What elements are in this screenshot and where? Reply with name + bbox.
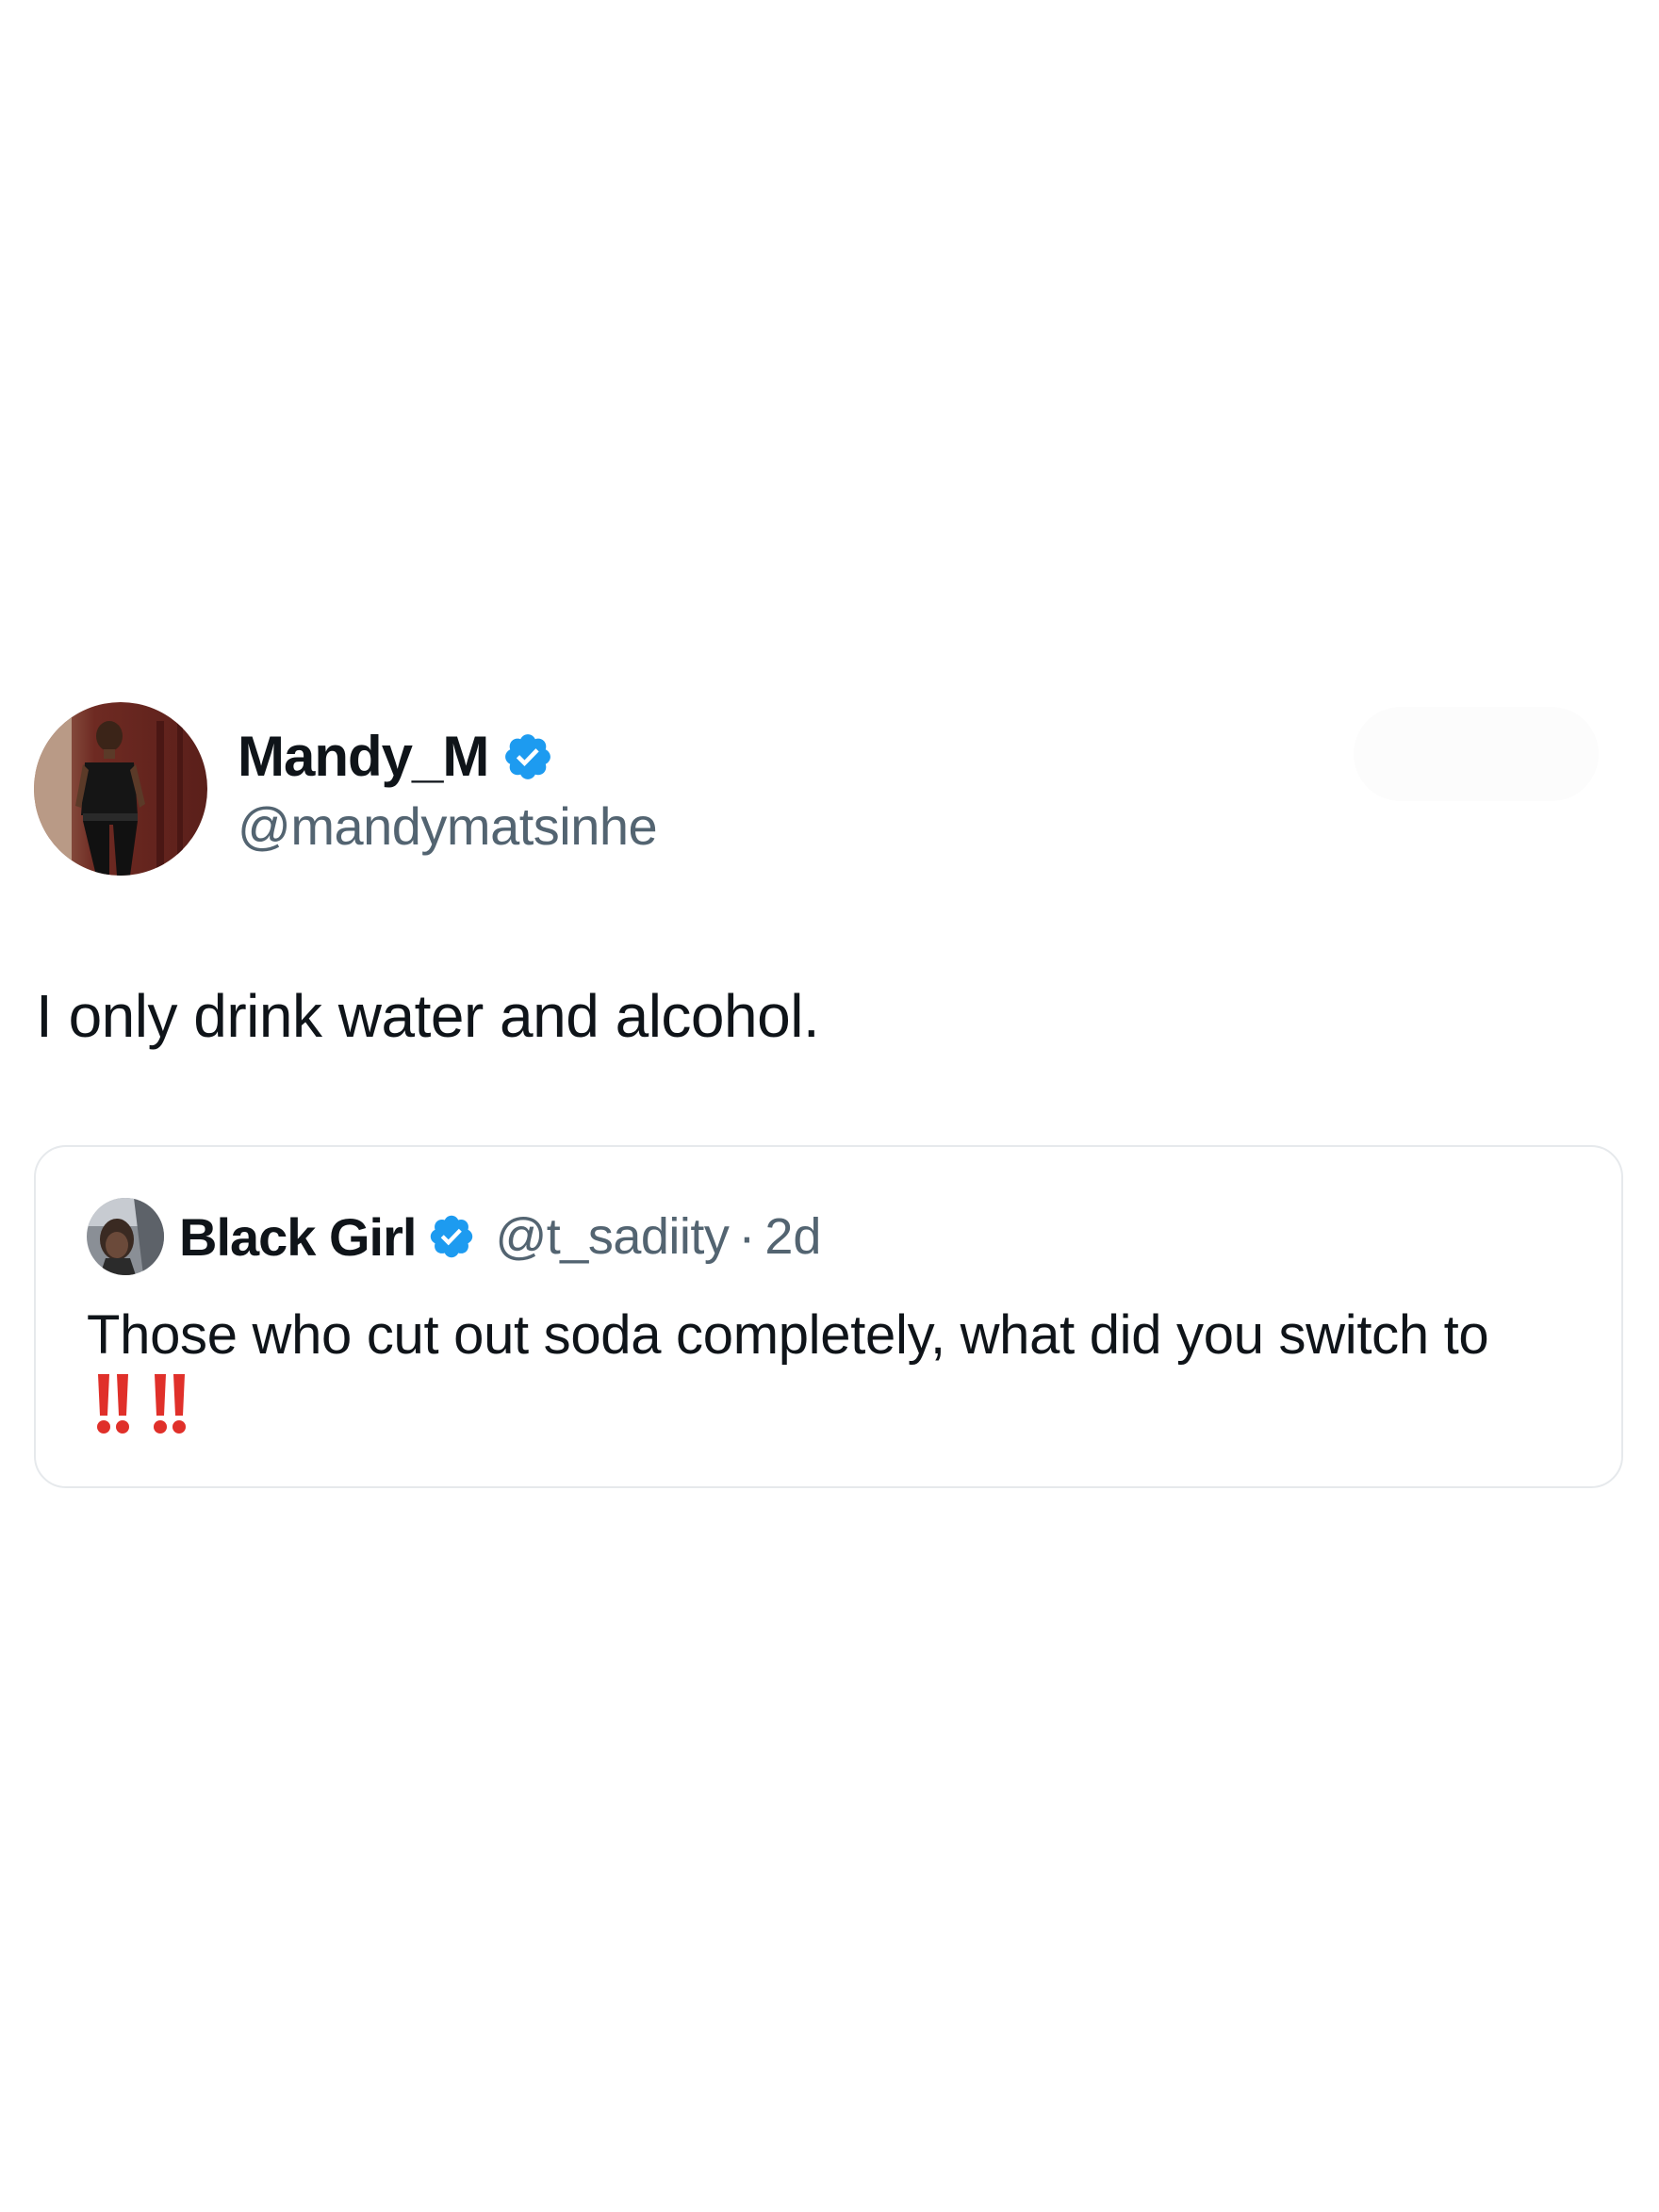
verified-badge-icon [427, 1212, 476, 1261]
quoted-tweet-timestamp[interactable]: 2d [764, 1207, 821, 1266]
tweet-text: I only drink water and alcohol. [36, 982, 820, 1050]
quoted-tweet-header: Black Girl @t_sadiity · 2d [179, 1204, 821, 1270]
author-name-row: Mandy_M [238, 724, 554, 790]
verified-badge-icon [501, 730, 554, 783]
quoted-author-avatar[interactable] [87, 1198, 164, 1275]
follow-button[interactable] [1354, 707, 1599, 801]
author-avatar[interactable] [34, 702, 207, 876]
author-handle[interactable]: @mandymatsinhe [238, 794, 658, 860]
quoted-author-display-name[interactable]: Black Girl [179, 1206, 417, 1268]
quoted-tweet-text: Those who cut out soda completely, what … [87, 1298, 1595, 1454]
double-exclamation-emoji [92, 1374, 205, 1454]
tweet: Mandy_M @mandymatsinhe I only drink wate… [0, 0, 1659, 2212]
quoted-author-handle[interactable]: @t_sadiity [495, 1207, 729, 1266]
quoted-tweet-card[interactable]: Black Girl @t_sadiity · 2d Those who cut… [34, 1145, 1623, 1488]
author-display-name[interactable]: Mandy_M [238, 724, 489, 790]
quoted-tweet-body: Those who cut out soda completely, what … [87, 1304, 1489, 1366]
header-separator: · [738, 1208, 756, 1265]
